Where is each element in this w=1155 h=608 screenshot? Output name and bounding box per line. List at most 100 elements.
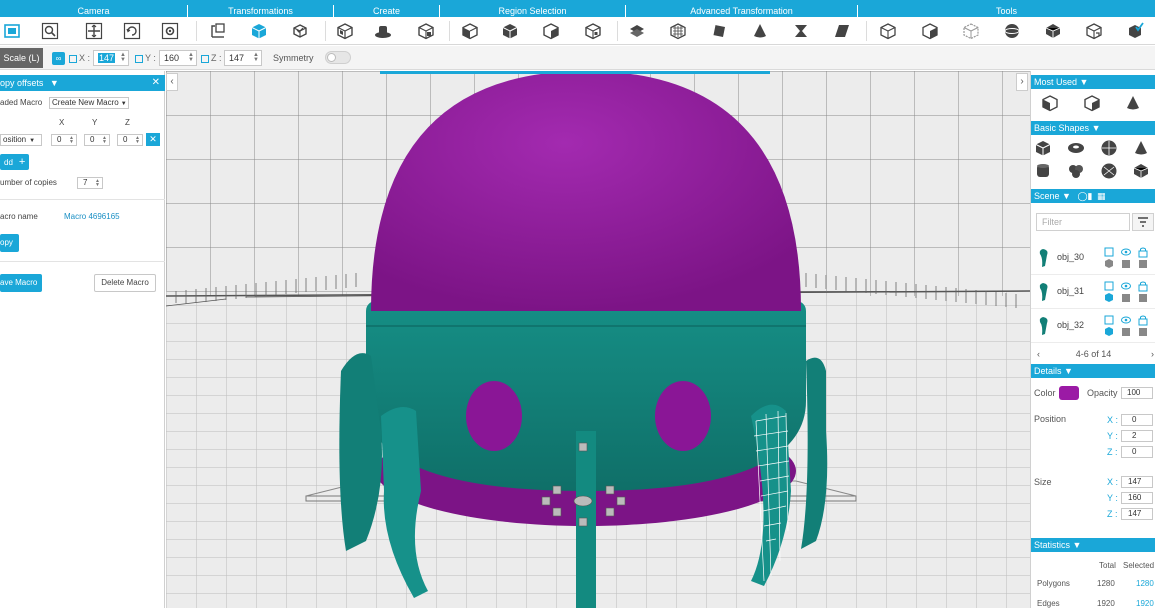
category-create[interactable]: Create [334,5,440,17]
camera-zoom-button[interactable] [40,21,60,41]
select-vertex-button[interactable] [541,21,561,41]
cone-deform-button[interactable] [750,21,770,41]
object-state-icons[interactable] [1104,315,1154,337]
scale-tool-button[interactable] [249,21,269,41]
size-y-input[interactable]: 160 [1121,492,1153,504]
tool-polyhedron-button[interactable] [1043,21,1063,41]
camera-home-button[interactable] [2,21,22,41]
scale-y-input[interactable]: 160 ▲ ▼ [159,50,197,66]
copies-input[interactable]: 7 ▲ ▼ [77,177,103,189]
geosphere-shape-icon[interactable] [1100,162,1118,180]
scale-x-input[interactable]: 147 ▲ ▼ [93,50,129,66]
spinner-arrows-icon[interactable]: ▲ ▼ [69,136,74,145]
z-axis-checkbox[interactable]: Z : [201,52,222,65]
3d-viewport[interactable] [166,71,1030,608]
filter-button[interactable] [1132,213,1154,231]
sphere-shape-icon[interactable] [1100,139,1118,157]
color-swatch[interactable] [1059,386,1079,400]
tool-wireframe-button[interactable] [961,21,981,41]
select-face-button[interactable] [460,21,480,41]
shear-deform-button[interactable] [832,21,852,41]
add-offset-button[interactable]: dd + [0,154,30,170]
scale-mode-tab[interactable]: Scale (L) [0,48,43,68]
twist-tool-button[interactable] [627,21,647,41]
cone-shape-icon[interactable] [1132,139,1150,157]
save-macro-button[interactable]: ave Macro [0,274,43,292]
scene-object-row[interactable]: obj_30 [1031,241,1155,275]
cylinder-shape-icon[interactable] [1034,162,1052,180]
bend-tool-button[interactable] [668,21,688,41]
statistics-header[interactable]: Statistics ▼ [1031,538,1155,552]
symmetry-toggle[interactable] [325,51,351,64]
camera-settings-button[interactable] [160,21,180,41]
hourglass-deform-button[interactable] [791,21,811,41]
cone-icon[interactable] [1124,94,1142,112]
offset-x-input[interactable]: 0 ▲ ▼ [51,134,77,146]
category-camera[interactable]: Camera [0,5,188,17]
cube-shape-icon[interactable] [1034,139,1052,157]
scene-view-toggle-icon[interactable]: ◯▮ [1077,191,1092,201]
spinner-arrows-icon[interactable]: ▲ ▼ [253,52,259,63]
offset-y-input[interactable]: 0 ▲ ▼ [84,134,110,146]
create-cube-button[interactable] [335,21,355,41]
remove-offset-button[interactable]: ✕ [146,133,160,146]
panel-header[interactable]: opy offsets ▼ ✕ [0,75,165,91]
opacity-input[interactable]: 100 [1121,387,1153,399]
most-used-header[interactable]: Most Used ▼ [1031,75,1155,89]
tool-sphere-button[interactable] [1002,21,1022,41]
delete-macro-button[interactable]: Delete Macro [94,274,156,292]
category-region-selection[interactable]: Region Selection [440,5,626,17]
polyhedron-shape-icon[interactable] [1132,162,1150,180]
position-x-input[interactable]: 0 [1121,414,1153,426]
select-edge-button[interactable] [500,21,520,41]
tool-export-button[interactable] [1084,21,1104,41]
position-z-input[interactable]: 0 [1121,446,1153,458]
cube-icon[interactable] [1041,94,1059,112]
rotate-tool-button[interactable] [290,21,310,41]
translate-tool-button[interactable] [208,21,228,41]
spinner-arrows-icon[interactable]: ▲ ▼ [102,136,107,145]
object-state-icons[interactable] [1104,281,1154,303]
size-z-input[interactable]: 147 [1121,508,1153,520]
y-axis-checkbox[interactable]: Y : [135,52,156,65]
knot-shape-icon[interactable] [1067,162,1085,180]
create-compound-button[interactable] [416,21,436,41]
chevron-right-icon[interactable]: › [1151,347,1154,361]
size-x-input[interactable]: 147 [1121,476,1153,488]
spinner-arrows-icon[interactable]: ▲ ▼ [95,179,100,188]
object-state-icons[interactable] [1104,247,1154,269]
torus-shape-icon[interactable] [1067,139,1085,157]
box-icon[interactable] [1083,94,1101,112]
camera-rotate-button[interactable] [122,21,142,41]
scene-filter-input[interactable]: Filter [1036,213,1130,231]
scene-object-row[interactable]: obj_31 [1031,275,1155,309]
loaded-macro-select[interactable]: Create New Macro ▼ [49,97,129,109]
close-icon[interactable]: ✕ [152,75,160,91]
tool-solid-button[interactable] [920,21,940,41]
copy-button[interactable]: opy [0,234,19,252]
tool-check-button[interactable] [1125,21,1145,41]
offset-z-input[interactable]: 0 ▲ ▼ [117,134,143,146]
scene-render[interactable] [166,71,1030,608]
taper-tool-button[interactable] [709,21,729,41]
spinner-arrows-icon[interactable]: ▲ ▼ [188,52,194,63]
position-y-input[interactable]: 2 [1121,430,1153,442]
category-tools[interactable]: Tools [858,5,1155,17]
create-hat-button[interactable] [373,21,393,41]
x-axis-checkbox[interactable]: X : [69,52,90,65]
basic-shapes-header[interactable]: Basic Shapes ▼ [1031,121,1155,135]
chevron-left-icon[interactable]: ‹ [1037,347,1040,361]
select-region-button[interactable] [583,21,603,41]
spinner-arrows-icon[interactable]: ▲ ▼ [135,136,140,145]
grid-view-icon[interactable]: ▦ [1097,191,1106,201]
scene-object-row[interactable]: obj_32 [1031,309,1155,343]
scale-z-input[interactable]: 147 ▲ ▼ [224,50,262,66]
category-advanced-transformation[interactable]: Advanced Transformation [626,5,858,17]
category-transformations[interactable]: Transformations [188,5,334,17]
macro-name-value[interactable]: Macro 4696165 [64,211,120,223]
scene-header[interactable]: Scene ▼ ◯▮ ▦ [1031,189,1155,203]
camera-pan-button[interactable] [84,21,104,41]
offset-type-select[interactable]: osition ▼ [0,134,42,146]
collapse-left-panel-button[interactable]: ‹ [166,73,178,91]
uniform-scale-toggle[interactable]: ∞ [52,52,65,65]
